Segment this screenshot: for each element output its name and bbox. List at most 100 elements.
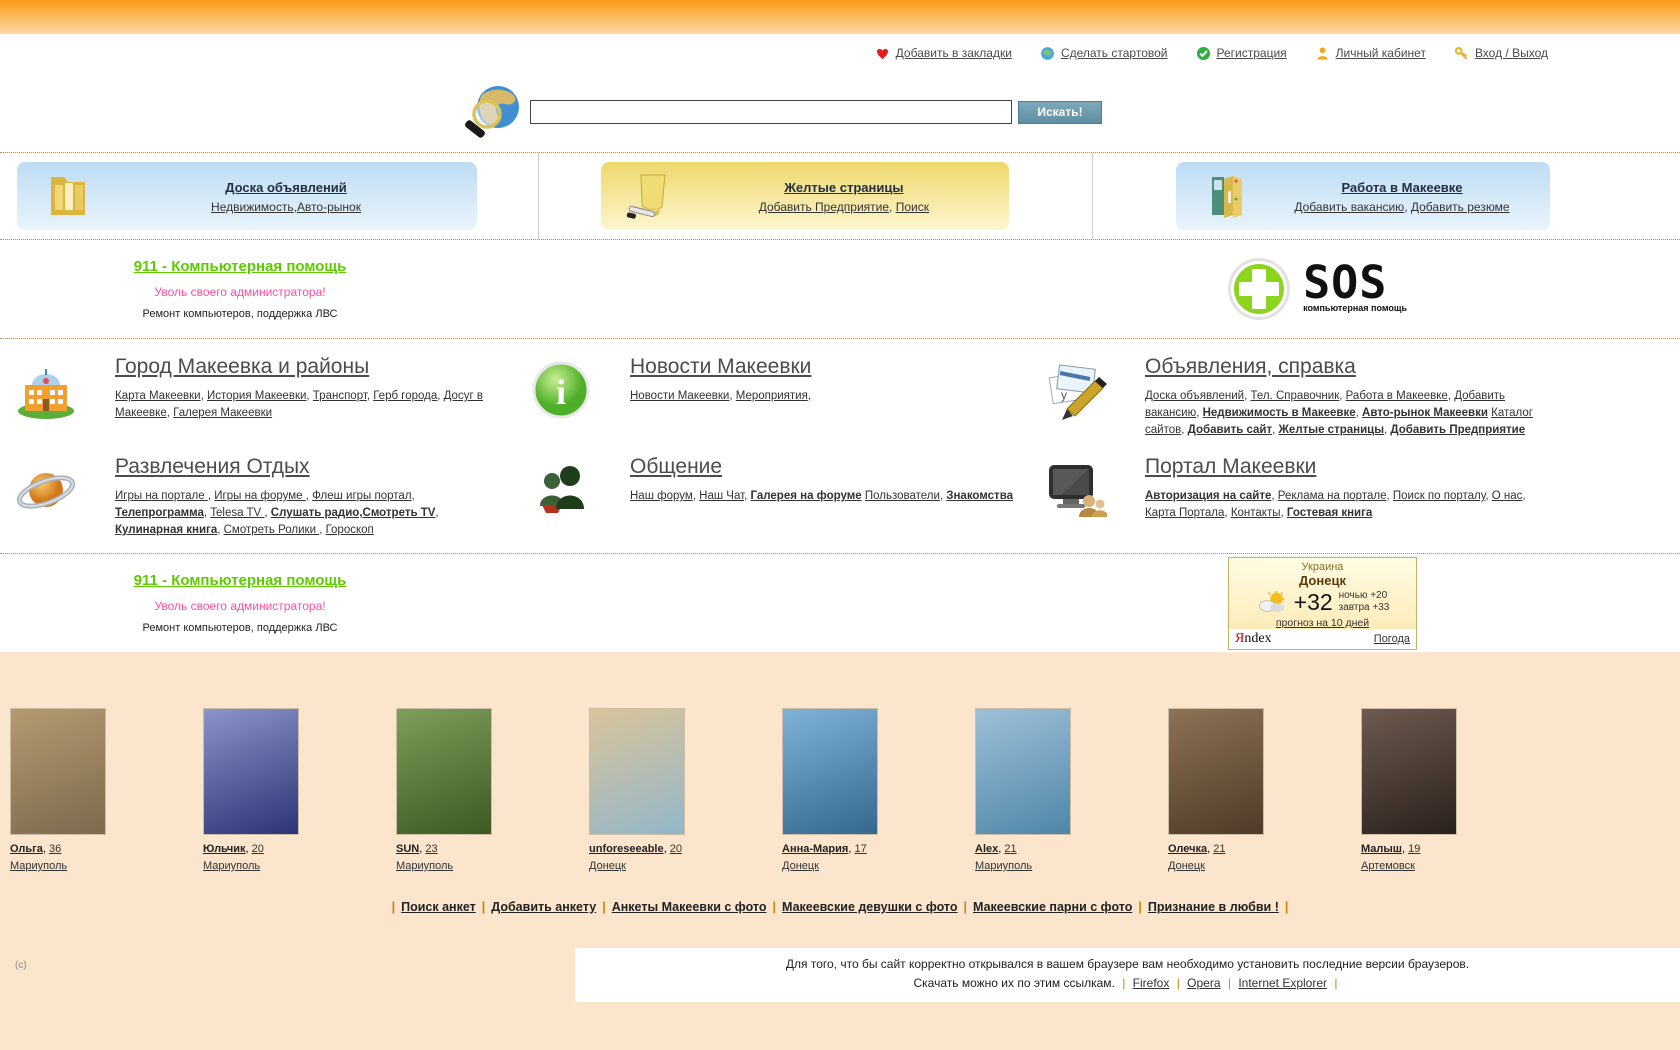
profile-city-link[interactable]: Донецк <box>1168 860 1205 872</box>
section-link[interactable]: Флеш игры портал <box>312 490 411 502</box>
banner-link[interactable]: Поиск <box>896 200 929 214</box>
section-link[interactable]: Добавить Предприятие <box>1390 424 1525 436</box>
footer-browser-link[interactable]: Firefox <box>1133 976 1170 990</box>
profile-age-link[interactable]: 19 <box>1408 843 1420 855</box>
profile-name-link[interactable]: Анна-Мария <box>782 843 848 855</box>
profile-photo[interactable] <box>589 708 685 835</box>
profile-city-link[interactable]: Мариуполь <box>975 860 1032 872</box>
banner-title[interactable]: Желтые страницы <box>784 180 903 195</box>
banner-title[interactable]: Доска объявлений <box>225 180 347 195</box>
profile-name-link[interactable]: unforeseeable <box>589 843 664 855</box>
anketa-link[interactable]: Анкеты Макеевки с фото <box>612 900 767 914</box>
topbar-link-bookmark[interactable]: Добавить в закладки <box>875 46 1012 61</box>
section-link[interactable]: Доска объявлений <box>1145 390 1244 402</box>
banner-link[interactable]: Добавить резюме <box>1411 200 1510 214</box>
promo-911-link[interactable]: 911 - Компьютерная помощь <box>134 258 347 275</box>
anketa-link[interactable]: Макеевские девушки с фото <box>782 900 958 914</box>
section-link[interactable]: Герб города <box>373 390 437 402</box>
section-link[interactable]: Реклама на портале <box>1278 490 1387 502</box>
banner-link[interactable]: Добавить вакансию <box>1294 200 1404 214</box>
section-link[interactable]: Галерея Макеевки <box>173 407 272 419</box>
section-link[interactable]: Карта Портала <box>1145 507 1224 519</box>
section-link[interactable]: Гороскоп <box>326 524 374 536</box>
search-input[interactable] <box>530 100 1012 124</box>
section-link[interactable]: Тел. Справочник <box>1251 390 1340 402</box>
profile-city-link[interactable]: Донецк <box>589 860 626 872</box>
profile-age-link[interactable]: 21 <box>1213 843 1225 855</box>
section-link[interactable]: Авто-рынок Макеевки <box>1362 407 1488 419</box>
section-link[interactable]: Смотреть Ролики <box>224 524 320 536</box>
anketa-link[interactable]: Добавить анкету <box>491 900 596 914</box>
section-link[interactable]: Добавить сайт <box>1188 424 1273 436</box>
section-link[interactable]: О нас <box>1492 490 1523 502</box>
profile-name-link[interactable]: Юльчик <box>203 843 246 855</box>
profile-photo[interactable] <box>1361 708 1457 835</box>
weather-pogoda-link[interactable]: Погода <box>1374 633 1410 645</box>
section-title[interactable]: Портал Макеевки <box>1145 455 1316 479</box>
weather-forecast-link[interactable]: прогноз на 10 дней <box>1276 617 1369 629</box>
profile-city-link[interactable]: Донецк <box>782 860 819 872</box>
profile-age-link[interactable]: 20 <box>252 843 264 855</box>
profile-age-link[interactable]: 23 <box>425 843 437 855</box>
section-link[interactable]: Слушать радио,Смотреть TV <box>271 507 436 519</box>
profile-name-link[interactable]: Alex <box>975 843 998 855</box>
profile-city-link[interactable]: Мариуполь <box>10 860 67 872</box>
section-link[interactable]: Игры на портале <box>115 490 208 502</box>
section-link[interactable]: Поиск по порталу <box>1393 490 1486 502</box>
section-link[interactable]: Наш Чат <box>699 490 744 502</box>
section-link[interactable]: Галерея на форуме <box>750 490 861 502</box>
anketa-link[interactable]: Признание в любви ! <box>1148 900 1279 914</box>
footer-browser-link[interactable]: Internet Explorer <box>1238 976 1327 990</box>
section-link[interactable]: Желтые страницы <box>1279 424 1385 436</box>
profile-city-link[interactable]: Артемовск <box>1361 860 1415 872</box>
banner-title[interactable]: Работа в Макеевке <box>1341 180 1462 195</box>
section-link[interactable]: Транспорт <box>313 390 367 402</box>
profile-age-link[interactable]: 36 <box>49 843 61 855</box>
profile-age-link[interactable]: 21 <box>1004 843 1016 855</box>
profile-photo[interactable] <box>975 708 1071 835</box>
section-link[interactable]: История Макеевки <box>207 390 306 402</box>
section-title[interactable]: Объявления, справка <box>1145 355 1356 379</box>
section-link[interactable]: Работа в Макеевке <box>1346 390 1448 402</box>
profile-photo[interactable] <box>782 708 878 835</box>
anketa-link[interactable]: Макеевские парни с фото <box>973 900 1132 914</box>
section-link[interactable]: Telesa TV <box>210 507 264 519</box>
section-link[interactable]: Телепрограмма <box>115 507 204 519</box>
profile-city-link[interactable]: Мариуполь <box>396 860 453 872</box>
banner-jobs[interactable]: Работа в МакеевкеДобавить вакансию, Доба… <box>1176 162 1550 230</box>
banner-link[interactable]: Добавить Предприятие <box>759 200 889 214</box>
banner-link[interactable]: Недвижимость <box>211 200 294 214</box>
profile-age-link[interactable]: 17 <box>854 843 866 855</box>
topbar-link-account[interactable]: Личный кабинет <box>1315 46 1426 61</box>
profile-city-link[interactable]: Мариуполь <box>203 860 260 872</box>
section-title[interactable]: Общение <box>630 455 722 479</box>
yandex-logo[interactable]: Яndex <box>1235 631 1272 647</box>
section-link[interactable]: Кулинарная книга <box>115 524 217 536</box>
section-title[interactable]: Новости Макеевки <box>630 355 811 379</box>
section-title[interactable]: Развлечения Отдых <box>115 455 310 479</box>
promo-911-link[interactable]: 911 - Компьютерная помощь <box>134 572 347 589</box>
banner-board[interactable]: Доска объявленийНедвижимость,Авто-рынок <box>17 162 477 230</box>
profile-photo[interactable] <box>396 708 492 835</box>
profile-name-link[interactable]: Олечка <box>1168 843 1207 855</box>
profile-name-link[interactable]: SUN <box>396 843 419 855</box>
section-link[interactable]: Мероприятия <box>736 390 808 402</box>
section-link[interactable]: Наш форум <box>630 490 693 502</box>
profile-photo[interactable] <box>203 708 299 835</box>
profile-name-link[interactable]: Ольга <box>10 843 43 855</box>
profile-name-link[interactable]: Малыш <box>1361 843 1402 855</box>
section-link[interactable]: Авторизация на сайте <box>1145 490 1271 502</box>
section-link[interactable]: Знакомства <box>946 490 1013 502</box>
footer-browser-link[interactable]: Opera <box>1187 976 1220 990</box>
section-link[interactable]: Карта Макеевки <box>115 390 201 402</box>
profile-photo[interactable] <box>1168 708 1264 835</box>
banner-yellow-pages[interactable]: Желтые страницыДобавить Предприятие, Пои… <box>601 162 1009 230</box>
section-link[interactable]: Гостевая книга <box>1287 507 1372 519</box>
profile-age-link[interactable]: 20 <box>670 843 682 855</box>
section-link[interactable]: Новости Макеевки <box>630 390 729 402</box>
topbar-link-register[interactable]: Регистрация <box>1196 46 1287 61</box>
profile-photo[interactable] <box>10 708 106 835</box>
section-link[interactable]: Пользователи <box>865 490 940 502</box>
sos-logo[interactable]: SOS компьютерная помощь <box>1227 257 1407 321</box>
topbar-link-login[interactable]: Вход / Выход <box>1454 46 1548 61</box>
